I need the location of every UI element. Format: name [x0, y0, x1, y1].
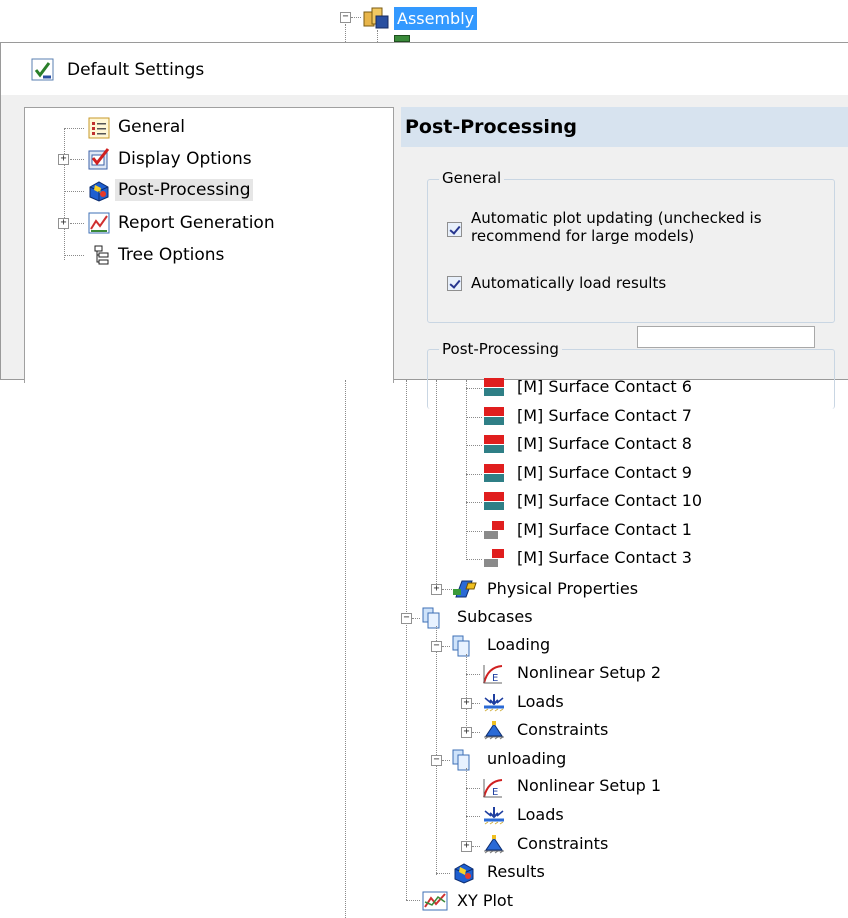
general-group-label: General — [439, 169, 505, 187]
results-label[interactable]: Results — [487, 862, 545, 881]
nav-item-tree-options[interactable]: Tree Options — [118, 245, 224, 265]
report-chart-icon — [87, 211, 111, 239]
loading-label[interactable]: Loading — [487, 635, 550, 654]
surface-contact-label[interactable]: [M] Surface Contact 8 — [517, 434, 692, 453]
general-group — [427, 179, 835, 323]
contact-gray-icon — [482, 547, 508, 573]
display-options-expand-toggle[interactable]: + — [58, 154, 69, 165]
subcases-label[interactable]: Subcases — [457, 607, 533, 626]
loading-constraints-label[interactable]: Constraints — [517, 720, 608, 739]
report-generation-expand-toggle[interactable]: + — [58, 218, 69, 229]
assembly-collapse-toggle[interactable]: − — [340, 12, 351, 23]
surface-contact-label[interactable]: [M] Surface Contact 7 — [517, 406, 692, 425]
constraints-icon — [482, 834, 506, 860]
svg-text:E: E — [492, 787, 498, 798]
unloading-subcase-icon — [451, 748, 473, 776]
loads-icon — [482, 692, 506, 718]
surface-contact-label[interactable]: [M] Surface Contact 3 — [517, 548, 692, 567]
general-list-icon — [87, 116, 111, 144]
contact-teal-icon — [482, 376, 508, 402]
post-processing-group-label: Post-Processing — [439, 340, 562, 358]
subcases-collapse-toggle[interactable]: − — [401, 613, 412, 624]
loads-icon — [482, 805, 506, 831]
loading-loads-expand-toggle[interactable]: + — [461, 698, 472, 709]
loading-collapse-toggle[interactable]: − — [431, 641, 442, 652]
post-processing-value-field[interactable] — [637, 326, 815, 348]
contact-teal-icon — [482, 405, 508, 431]
physical-properties-icon — [452, 577, 478, 605]
assembly-icon — [362, 6, 390, 34]
assembly-label[interactable]: Assembly — [394, 7, 478, 30]
auto-plot-update-checkbox[interactable] — [447, 222, 462, 237]
surface-contact-label[interactable]: [M] Surface Contact 6 — [517, 377, 692, 396]
dialog-title-bar: Default Settings — [1, 43, 848, 95]
nonlinear-setup-icon: E — [482, 777, 504, 803]
panel-title: Post-Processing — [405, 116, 578, 138]
surface-contact-label[interactable]: [M] Surface Contact 10 — [517, 491, 702, 510]
post-processing-cube-icon — [87, 179, 111, 207]
subcases-icon — [421, 606, 443, 634]
nav-item-post-processing[interactable]: Post-Processing — [115, 179, 254, 201]
contact-gray-icon — [482, 519, 508, 545]
unloading-collapse-toggle[interactable]: − — [431, 755, 442, 766]
loading-nonlinear-setup-label[interactable]: Nonlinear Setup 2 — [517, 663, 661, 682]
display-check-icon — [87, 147, 111, 175]
settings-check-icon — [31, 58, 55, 86]
xy-plot-label[interactable]: XY Plot — [457, 891, 513, 910]
unloading-nonlinear-setup-label[interactable]: Nonlinear Setup 1 — [517, 776, 661, 795]
contact-teal-icon — [482, 462, 508, 488]
physical-properties-expand-toggle[interactable]: + — [431, 584, 442, 595]
auto-plot-update-line2: recommend for large models) — [471, 227, 695, 245]
unloading-loads-label[interactable]: Loads — [517, 805, 564, 824]
physical-properties-label[interactable]: Physical Properties — [487, 579, 638, 598]
loading-loads-label[interactable]: Loads — [517, 692, 564, 711]
xy-plot-icon — [422, 890, 448, 916]
loading-subcase-icon — [451, 634, 473, 662]
unloading-constraints-expand-toggle[interactable]: + — [461, 841, 472, 852]
unloading-constraints-label[interactable]: Constraints — [517, 834, 608, 853]
auto-load-results-checkbox[interactable] — [447, 276, 462, 291]
settings-nav-tree: General + Display Options Post-Processin… — [24, 107, 394, 383]
model-node-icon — [394, 35, 410, 42]
svg-text:E: E — [492, 673, 498, 684]
loading-constraints-expand-toggle[interactable]: + — [461, 727, 472, 738]
auto-load-results-label[interactable]: Automatically load results — [471, 274, 666, 292]
auto-plot-update-line1: Automatic plot updating (unchecked is — [471, 209, 762, 227]
tree-options-icon — [87, 243, 111, 271]
unloading-label[interactable]: unloading — [487, 749, 566, 768]
nonlinear-setup-icon: E — [482, 663, 504, 689]
dialog-title: Default Settings — [67, 60, 205, 80]
auto-plot-update-label[interactable]: Automatic plot updating (unchecked is re… — [471, 209, 821, 245]
nav-item-display-options[interactable]: Display Options — [118, 149, 252, 169]
contact-teal-icon — [482, 490, 508, 516]
constraints-icon — [482, 720, 506, 746]
results-cube-icon — [452, 861, 476, 889]
surface-contact-label[interactable]: [M] Surface Contact 9 — [517, 463, 692, 482]
nav-item-general[interactable]: General — [118, 117, 185, 137]
surface-contact-label[interactable]: [M] Surface Contact 1 — [517, 520, 692, 539]
contact-teal-icon — [482, 433, 508, 459]
nav-item-report-generation[interactable]: Report Generation — [118, 213, 275, 233]
panel-header: Post-Processing — [401, 107, 848, 147]
